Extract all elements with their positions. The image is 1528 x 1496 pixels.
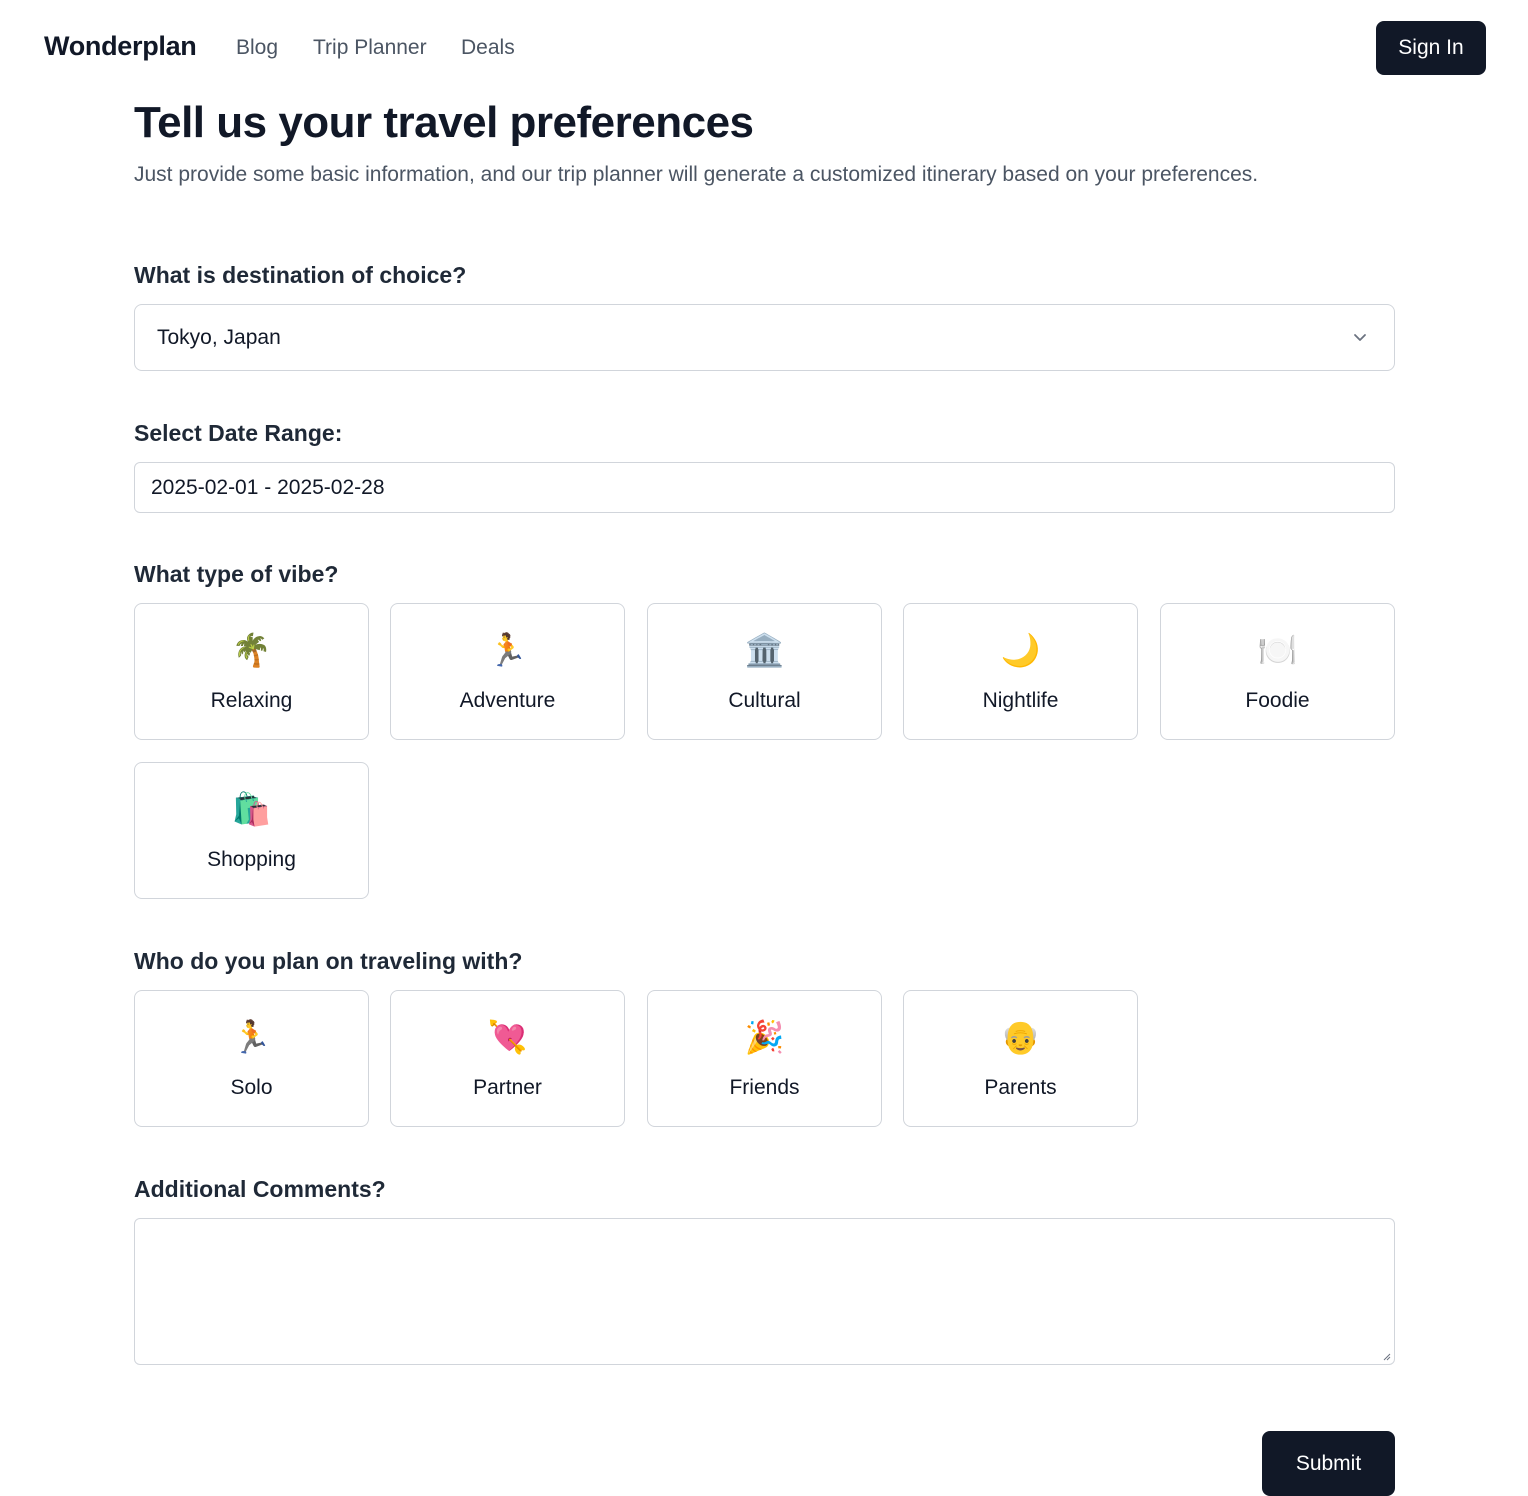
date-range-value: 2025-02-01 - 2025-02-28 — [151, 476, 385, 499]
nav-link-deals[interactable]: Deals — [461, 36, 515, 60]
classical-building-icon: 🏛️ — [744, 632, 785, 668]
companion-option-friends[interactable]: 🎉 Friends — [647, 990, 882, 1127]
vibe-option-label: Cultural — [728, 689, 801, 712]
companion-option-label: Partner — [473, 1076, 542, 1099]
date-range-input[interactable]: 2025-02-01 - 2025-02-28 — [134, 462, 1395, 513]
heart-arrow-icon: 💘 — [487, 1019, 528, 1055]
comments-textarea[interactable] — [134, 1218, 1395, 1365]
nav-link-trip-planner[interactable]: Trip Planner — [313, 36, 427, 60]
resize-handle-icon[interactable] — [1381, 1351, 1391, 1361]
companion-option-parents[interactable]: 👴 Parents — [903, 990, 1138, 1127]
vibe-label: What type of vibe? — [134, 561, 339, 587]
crescent-moon-icon: 🌙 — [1000, 632, 1041, 668]
vibe-option-adventure[interactable]: 🏃 Adventure — [390, 603, 625, 740]
companion-option-partner[interactable]: 💘 Partner — [390, 990, 625, 1127]
companion-option-solo[interactable]: 🏃 Solo — [134, 990, 369, 1127]
vibe-option-label: Relaxing — [210, 689, 293, 712]
vibe-option-label: Adventure — [459, 689, 556, 712]
page-title: Tell us your travel preferences — [134, 98, 754, 147]
chevron-down-icon — [1354, 334, 1366, 341]
vibe-option-relaxing[interactable]: 🌴 Relaxing — [134, 603, 369, 740]
vibe-option-shopping[interactable]: 🛍️ Shopping — [134, 762, 369, 899]
vibe-option-foodie[interactable]: 🍽️ Foodie — [1160, 603, 1395, 740]
plate-cutlery-icon: 🍽️ — [1257, 632, 1298, 668]
vibe-option-cultural[interactable]: 🏛️ Cultural — [647, 603, 882, 740]
date-range-label: Select Date Range: — [134, 420, 343, 446]
top-nav: Wonderplan Blog Trip Planner Deals Sign … — [0, 0, 1528, 98]
older-person-icon: 👴 — [1000, 1019, 1041, 1055]
companion-option-label: Solo — [230, 1076, 273, 1099]
shopping-bags-icon: 🛍️ — [231, 791, 272, 827]
companion-option-label: Friends — [729, 1076, 800, 1099]
destination-select[interactable]: Tokyo, Japan — [134, 304, 1395, 371]
nav-link-blog[interactable]: Blog — [236, 36, 278, 60]
submit-button[interactable]: Submit — [1262, 1431, 1395, 1496]
comments-label: Additional Comments? — [134, 1176, 386, 1202]
runner-icon: 🏃 — [487, 632, 528, 668]
page-subtitle: Just provide some basic information, and… — [134, 163, 1259, 186]
vibe-option-nightlife[interactable]: 🌙 Nightlife — [903, 603, 1138, 740]
logo[interactable]: Wonderplan — [44, 31, 197, 62]
palm-tree-icon: 🌴 — [231, 632, 272, 668]
companion-option-label: Parents — [984, 1076, 1057, 1099]
destination-label: What is destination of choice? — [134, 262, 467, 288]
destination-value: Tokyo, Japan — [157, 326, 281, 349]
vibe-option-label: Nightlife — [982, 689, 1059, 712]
vibe-option-label: Shopping — [207, 848, 296, 871]
party-popper-icon: 🎉 — [744, 1019, 785, 1055]
vibe-option-label: Foodie — [1245, 689, 1310, 712]
runner-icon: 🏃 — [231, 1019, 272, 1055]
sign-in-button[interactable]: Sign In — [1376, 21, 1486, 75]
companions-label: Who do you plan on traveling with? — [134, 948, 523, 974]
